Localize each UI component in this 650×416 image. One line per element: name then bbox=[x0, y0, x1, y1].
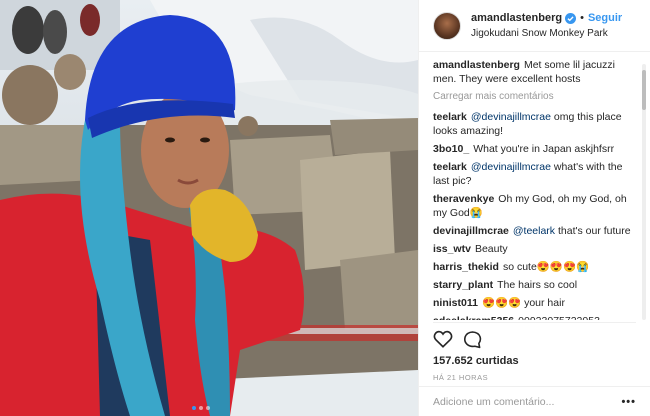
caption-username[interactable]: amandlastenberg bbox=[433, 59, 520, 71]
comment-text: Beauty bbox=[474, 243, 508, 255]
post-panel: amandlastenberg • Seguir Jigokudani Snow… bbox=[418, 0, 650, 416]
separator-dot: • bbox=[580, 11, 584, 24]
comment-username[interactable]: harris_thekid bbox=[433, 261, 499, 273]
more-options-icon[interactable]: ••• bbox=[621, 396, 636, 408]
scrollbar-thumb[interactable] bbox=[642, 70, 646, 110]
post-header: amandlastenberg • Seguir Jigokudani Snow… bbox=[419, 0, 650, 52]
comment-username[interactable]: teelark bbox=[433, 161, 467, 173]
comment-item: iss_wtv Beauty bbox=[433, 242, 640, 256]
comment-mention[interactable]: @teelark bbox=[513, 225, 555, 237]
load-more-comments-button[interactable]: Carregar mais comentários bbox=[433, 90, 640, 104]
location-link[interactable]: Jigokudani Snow Monkey Park bbox=[471, 26, 622, 41]
header-text: amandlastenberg • Seguir Jigokudani Snow… bbox=[471, 11, 622, 41]
comment-item: adeelakram5356 00923075722053 bbox=[433, 314, 640, 320]
carousel-dot bbox=[206, 406, 210, 410]
heart-icon[interactable] bbox=[433, 330, 453, 348]
post-timestamp: HÁ 21 HORAS bbox=[433, 373, 489, 382]
comment-username[interactable]: adeelakram5356 bbox=[433, 315, 514, 320]
comment-username[interactable]: iss_wtv bbox=[433, 243, 471, 255]
header-row: amandlastenberg • Seguir bbox=[471, 11, 622, 26]
comment-text: What you're in Japan askjhfsrr bbox=[473, 143, 615, 155]
carousel-dot bbox=[199, 406, 203, 410]
carousel-dot-active bbox=[192, 406, 196, 410]
comment-text: 00923075722053 bbox=[518, 315, 600, 320]
comment-username[interactable]: teelark bbox=[433, 111, 467, 123]
comment-mention[interactable]: @devinajillmcrae bbox=[471, 111, 551, 123]
comments-list[interactable]: amandlastenberg Met some lil jacuzzi men.… bbox=[433, 58, 640, 320]
comment-item: teelark @devinajillmcrae omg this place l… bbox=[433, 110, 640, 138]
comments-scrollbar[interactable] bbox=[642, 64, 646, 320]
verified-badge-icon bbox=[565, 12, 577, 24]
comment-mention[interactable]: @devinajillmcrae bbox=[471, 161, 551, 173]
comment-item: ninist011 😍😍😍 your hair bbox=[433, 296, 640, 310]
post-actions: 157.652 curtidas HÁ 21 HORAS bbox=[433, 322, 636, 382]
comment-item: devinajillmcrae @teelark that's our futur… bbox=[433, 224, 640, 238]
comment-item: starry_plant The hairs so cool bbox=[433, 278, 640, 292]
comment-item: 3bo10_ What you're in Japan askjhfsrr bbox=[433, 142, 640, 156]
comment-username[interactable]: devinajillmcrae bbox=[433, 225, 509, 237]
action-icons bbox=[433, 327, 636, 351]
carousel-indicator bbox=[192, 406, 210, 410]
comment-username[interactable]: starry_plant bbox=[433, 279, 493, 291]
comment-text: The hairs so cool bbox=[497, 279, 578, 291]
add-comment-bar: ••• bbox=[419, 386, 650, 416]
avatar[interactable] bbox=[433, 11, 461, 40]
comment-username[interactable]: ninist011 bbox=[433, 297, 478, 309]
comment-text: so cute😍😍😍😭 bbox=[502, 261, 590, 273]
comment-username[interactable]: theravenkye bbox=[433, 193, 494, 205]
comment-text: that's our future bbox=[555, 225, 631, 237]
comment-icon[interactable] bbox=[463, 330, 482, 349]
username-link[interactable]: amandlastenberg bbox=[471, 11, 562, 26]
caption: amandlastenberg Met some lil jacuzzi men.… bbox=[433, 58, 640, 86]
comment-item: theravenkye Oh my God, oh my God, oh my G… bbox=[433, 192, 640, 220]
comment-item: teelark @devinajillmcrae what's with the … bbox=[433, 160, 640, 188]
comment-text: 😍😍😍 your hair bbox=[481, 297, 565, 309]
post-photo[interactable] bbox=[0, 0, 418, 416]
follow-button[interactable]: Seguir bbox=[588, 11, 622, 26]
comment-username[interactable]: 3bo10_ bbox=[433, 143, 469, 155]
add-comment-input[interactable] bbox=[433, 395, 622, 408]
photo-illustration bbox=[0, 0, 418, 416]
comment-item: harris_thekid so cute😍😍😍😭 bbox=[433, 260, 640, 274]
likes-count[interactable]: 157.652 curtidas bbox=[433, 355, 636, 367]
